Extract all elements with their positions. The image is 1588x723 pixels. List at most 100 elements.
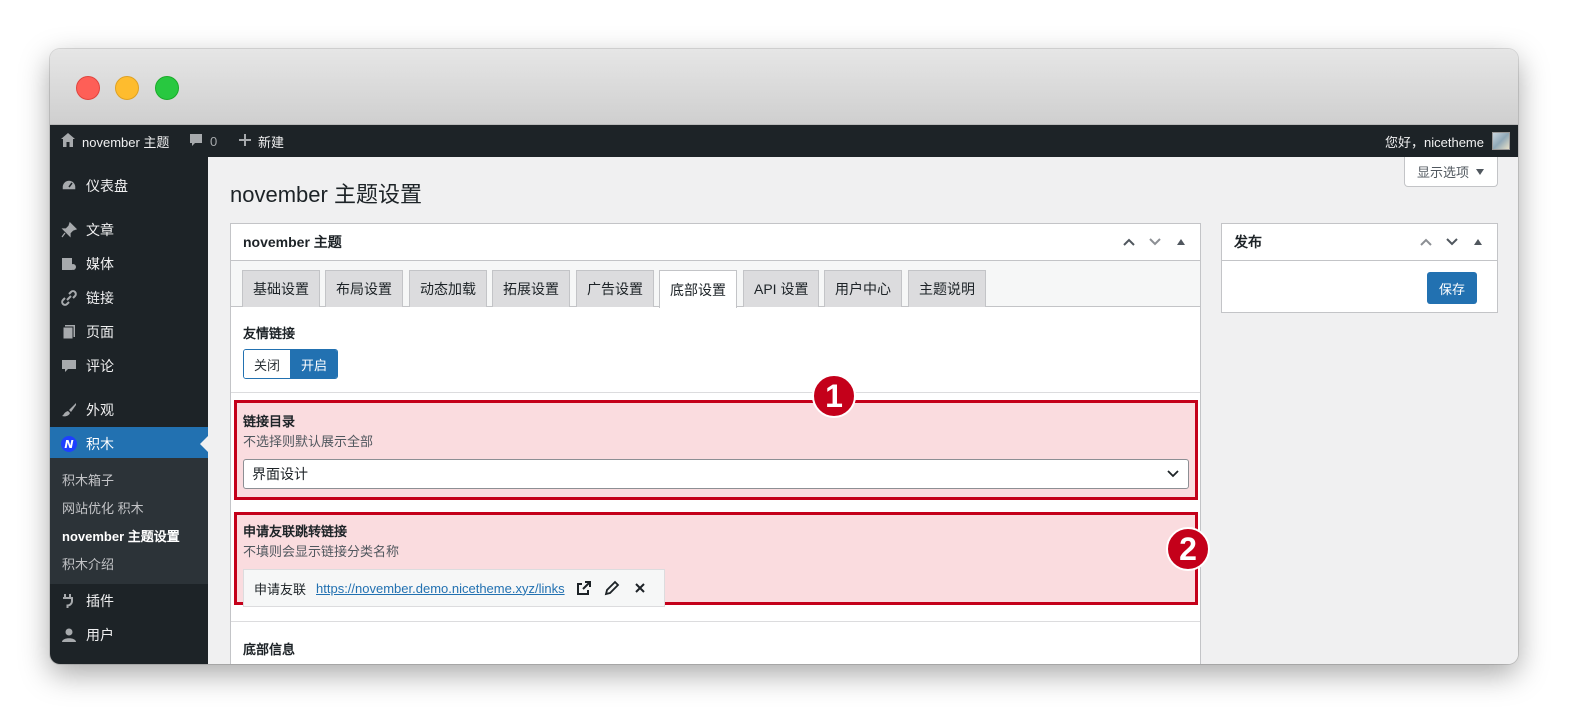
- comment-bubble-icon: [188, 132, 204, 151]
- sidebar-item-links[interactable]: 链接: [50, 281, 208, 315]
- screen-options-button[interactable]: 显示选项: [1403, 157, 1498, 187]
- link-icon: [60, 289, 78, 307]
- publish-box: 发布 保存: [1221, 223, 1498, 313]
- comment-icon: [60, 357, 78, 375]
- media-icon: [60, 255, 78, 273]
- move-down-icon[interactable]: [1443, 232, 1461, 252]
- annotation-badge-1: 1: [812, 374, 856, 418]
- sidebar-item-label: 仪表盘: [86, 178, 128, 194]
- box-controls: [1120, 232, 1190, 252]
- sidebar-item-plugins[interactable]: 插件: [50, 584, 208, 618]
- main-content: november 主题设置 显示选项 november 主题 基础设置 布局设置…: [208, 157, 1518, 664]
- toggle-off-button[interactable]: 关闭: [244, 350, 292, 378]
- apply-link-title: 申请友联跳转链接: [243, 524, 348, 539]
- edit-pencil-icon[interactable]: [603, 579, 621, 597]
- sidebar-item-label: 文章: [86, 222, 114, 238]
- friend-links-title: 友情链接: [243, 326, 296, 341]
- apply-link-desc: 不填则会显示链接分类名称: [243, 544, 400, 559]
- pin-icon: [60, 221, 78, 239]
- box-controls: [1417, 232, 1487, 252]
- apply-link-url[interactable]: https://november.demo.nicetheme.xyz/link…: [316, 581, 565, 596]
- sidebar-item-media[interactable]: 媒体: [50, 247, 208, 281]
- friend-links-toggle: 关闭 开启: [243, 349, 339, 379]
- tab-layout[interactable]: 布局设置: [325, 270, 403, 307]
- app-window: november 主题 0 新建 您好，nicetheme 仪表盘 文章 媒体 …: [50, 49, 1518, 664]
- sidebar-item-dashboard[interactable]: 仪表盘: [50, 169, 208, 203]
- new-label: 新建: [258, 134, 285, 150]
- admin-bar-comments[interactable]: 0: [188, 125, 217, 157]
- move-down-icon[interactable]: [1146, 232, 1164, 252]
- comments-count: 0: [210, 133, 218, 149]
- avatar: [1492, 132, 1510, 150]
- remove-x-icon[interactable]: [631, 579, 649, 597]
- theme-settings-box: november 主题 基础设置 布局设置 动态加载 拓展设置 广告设置 底部设…: [230, 223, 1210, 664]
- sidebar-item-users[interactable]: 用户: [50, 618, 208, 652]
- theme-box-header: november 主题: [231, 224, 1200, 261]
- minimize-window-button[interactable]: [115, 76, 139, 100]
- save-button[interactable]: 保存: [1426, 272, 1477, 304]
- brush-icon: [60, 401, 78, 419]
- move-up-icon[interactable]: [1417, 232, 1435, 252]
- toggle-on-button[interactable]: 开启: [291, 350, 338, 378]
- tab-user-center[interactable]: 用户中心: [824, 270, 902, 307]
- tab-theme-docs[interactable]: 主题说明: [908, 270, 986, 307]
- close-window-button[interactable]: [76, 76, 100, 100]
- chevron-down-icon: [1166, 466, 1180, 483]
- maximize-window-button[interactable]: [155, 76, 179, 100]
- home-icon: [60, 132, 76, 151]
- theme-box-title: november 主题: [243, 234, 342, 250]
- sidebar-item-label: 链接: [86, 290, 114, 306]
- link-category-title: 链接目录: [243, 414, 296, 429]
- sidebar-item-pages[interactable]: 页面: [50, 315, 208, 349]
- site-name: november 主题: [82, 134, 170, 150]
- tab-extensions[interactable]: 拓展设置: [492, 270, 570, 307]
- window-titlebar: [50, 49, 1518, 125]
- tab-basic[interactable]: 基础设置: [242, 270, 320, 307]
- admin-bar-new[interactable]: 新建: [238, 125, 284, 157]
- caret-down-icon: [1475, 164, 1485, 179]
- publish-box-title: 发布: [1234, 234, 1262, 250]
- tab-api[interactable]: API 设置: [743, 270, 820, 307]
- sidebar-item-label: 媒体: [86, 256, 114, 272]
- tab-footer[interactable]: 底部设置: [659, 270, 737, 308]
- plus-icon: [238, 133, 252, 150]
- submenu-item-seo[interactable]: 网站优化 积木: [62, 498, 144, 517]
- link-category-select[interactable]: 界面设计: [243, 459, 1189, 489]
- sidebar-item-comments[interactable]: 评论: [50, 349, 208, 383]
- admin-bar-site-link[interactable]: november 主题: [60, 125, 169, 157]
- submenu-item-jimu-intro[interactable]: 积木介绍: [62, 554, 114, 573]
- external-link-icon[interactable]: [575, 579, 593, 597]
- collapse-toggle-icon[interactable]: [1469, 232, 1487, 252]
- sidebar-item-label: 外观: [86, 402, 114, 418]
- greeting: 您好，nicetheme: [1385, 134, 1484, 150]
- active-menu-arrow: [200, 436, 208, 452]
- admin-sidebar: 仪表盘 文章 媒体 链接 页面 评论 外观 N 积木 积木箱子 网站优化 积木 …: [50, 157, 208, 664]
- submenu-item-theme-settings[interactable]: november 主题设置: [62, 526, 180, 545]
- publish-box-header: 发布: [1222, 224, 1497, 261]
- page-title: november 主题设置: [230, 182, 422, 207]
- field-divider: [231, 392, 1200, 393]
- field-divider: [231, 621, 1200, 622]
- sidebar-item-label: 用户: [86, 627, 114, 643]
- admin-bar-user[interactable]: 您好，nicetheme: [1385, 125, 1510, 157]
- move-up-icon[interactable]: [1120, 232, 1138, 252]
- sidebar-item-label: 插件: [86, 593, 114, 609]
- apply-link-field: 申请友联 https://november.demo.nicetheme.xyz…: [243, 569, 665, 607]
- footer-info-title: 底部信息: [243, 642, 296, 657]
- plugin-icon: [60, 592, 78, 610]
- submenu-item-jimu-box[interactable]: 积木箱子: [62, 470, 114, 489]
- apply-link-text: 申请友联: [254, 581, 307, 597]
- collapse-toggle-icon[interactable]: [1172, 232, 1190, 252]
- sidebar-item-label: 评论: [86, 358, 114, 374]
- user-icon: [60, 626, 78, 644]
- tab-dynamic-loading[interactable]: 动态加载: [409, 270, 487, 307]
- svg-text:N: N: [64, 438, 73, 451]
- admin-bar: november 主题 0 新建 您好，nicetheme: [50, 125, 1518, 157]
- sidebar-item-jimu[interactable]: N 积木: [50, 427, 208, 461]
- tab-ads[interactable]: 广告设置: [576, 270, 654, 307]
- sidebar-item-appearance[interactable]: 外观: [50, 393, 208, 427]
- link-category-selected: 界面设计: [252, 466, 308, 482]
- jimu-submenu: 积木箱子 网站优化 积木 november 主题设置 积木介绍: [50, 458, 208, 584]
- sidebar-item-posts[interactable]: 文章: [50, 213, 208, 247]
- page-icon: [60, 323, 78, 341]
